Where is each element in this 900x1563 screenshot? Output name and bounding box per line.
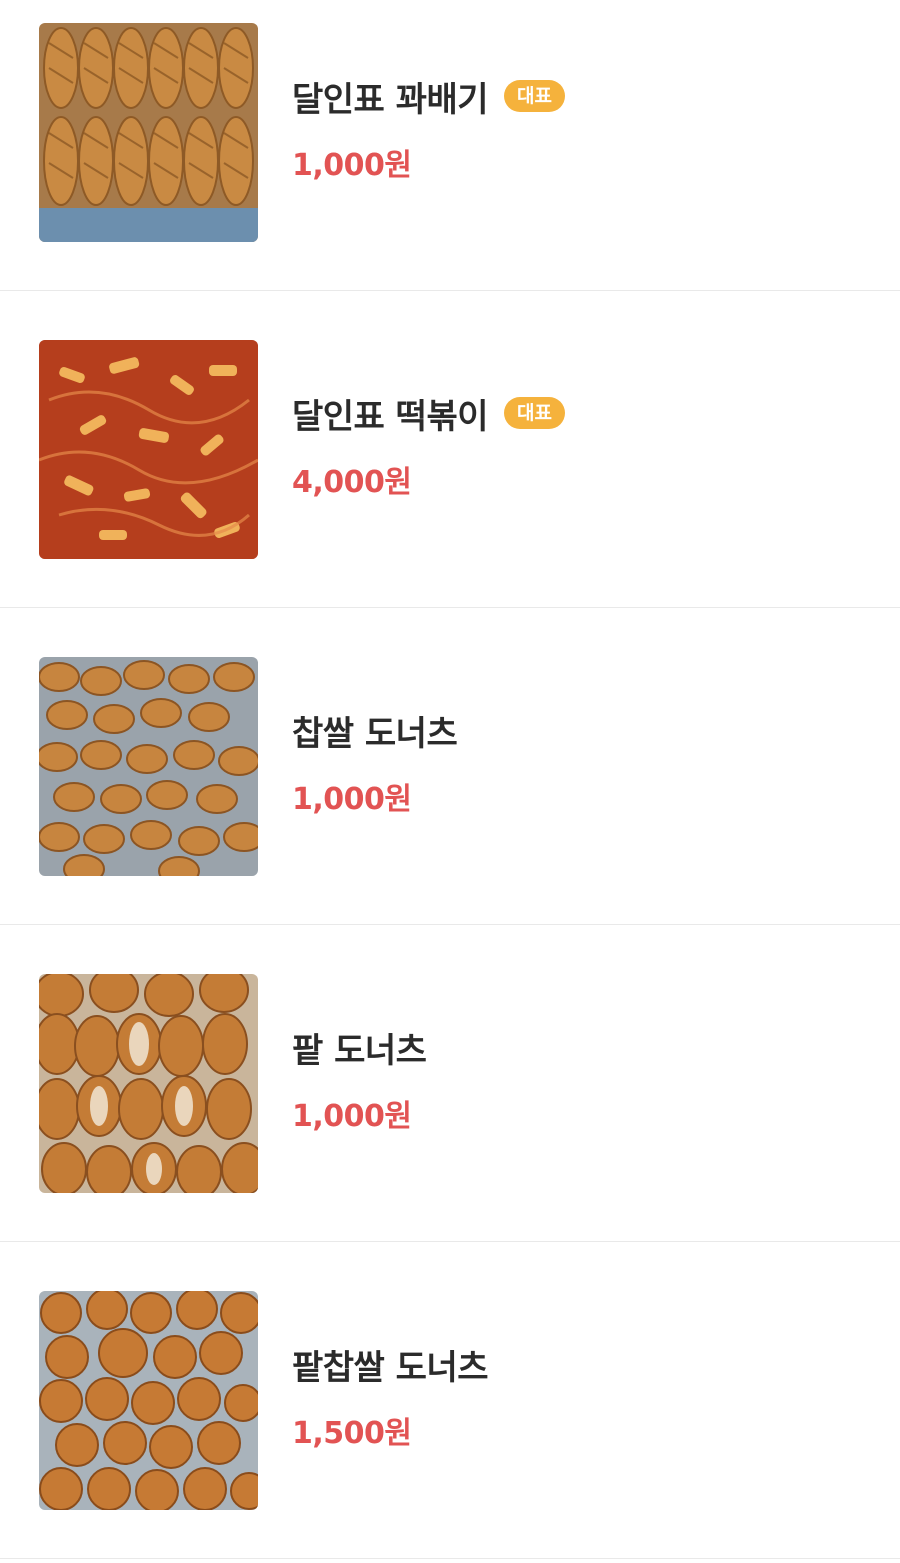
red-bean-donut-photo <box>39 974 258 1193</box>
menu-item[interactable]: 달인표 떡볶이 대표 4,000원 <box>0 291 900 608</box>
menu-item-info: 달인표 꽈배기 대표 1,000원 <box>292 74 565 184</box>
menu-item-name-row: 찹쌀 도너츠 <box>292 708 458 754</box>
menu-item-name-row: 달인표 떡볶이 대표 <box>292 391 565 437</box>
menu-item[interactable]: 찹쌀 도너츠 1,000원 <box>0 608 900 925</box>
menu-item[interactable]: 달인표 꽈배기 대표 1,000원 <box>0 0 900 291</box>
menu-item-name-row: 달인표 꽈배기 대표 <box>292 74 565 120</box>
menu-item-price: 1,000원 <box>292 1099 412 1134</box>
menu-item-info: 팥찹쌀 도너츠 1,500원 <box>292 1342 489 1452</box>
menu-item-price: 1,000원 <box>292 148 412 183</box>
rice-donut-photo <box>39 657 258 876</box>
menu-item-info: 팥 도너츠 1,000원 <box>292 1025 427 1135</box>
menu-item-name: 팥 도너츠 <box>292 1030 427 1071</box>
menu-item-name: 달인표 꽈배기 <box>292 79 489 120</box>
twisted-donut-photo <box>39 23 258 242</box>
menu-item-price: 4,000원 <box>292 465 412 500</box>
menu-item-name: 달인표 떡볶이 <box>292 396 489 437</box>
menu-list: 달인표 꽈배기 대표 1,000원 달인표 떡볶이 대표 4,000원 찹쌀 도… <box>0 0 900 1563</box>
menu-item-info: 달인표 떡볶이 대표 4,000원 <box>292 391 565 501</box>
signature-badge: 대표 <box>504 397 565 429</box>
menu-item-name-row: 팥 도너츠 <box>292 1025 427 1071</box>
signature-badge: 대표 <box>504 80 565 112</box>
menu-item-info: 찹쌀 도너츠 1,000원 <box>292 708 458 818</box>
menu-item-name: 찹쌀 도너츠 <box>292 713 458 754</box>
menu-item[interactable]: 팥찹쌀 도너츠 1,500원 <box>0 1242 900 1559</box>
menu-item-name-row: 팥찹쌀 도너츠 <box>292 1342 489 1388</box>
menu-item-name: 팥찹쌀 도너츠 <box>292 1347 489 1388</box>
menu-item-price: 1,500원 <box>292 1416 412 1451</box>
menu-item[interactable]: 팥 도너츠 1,000원 <box>0 925 900 1242</box>
red-bean-rice-donut-photo <box>39 1291 258 1510</box>
menu-item-price: 1,000원 <box>292 782 412 817</box>
tteokbokki-photo <box>39 340 258 559</box>
